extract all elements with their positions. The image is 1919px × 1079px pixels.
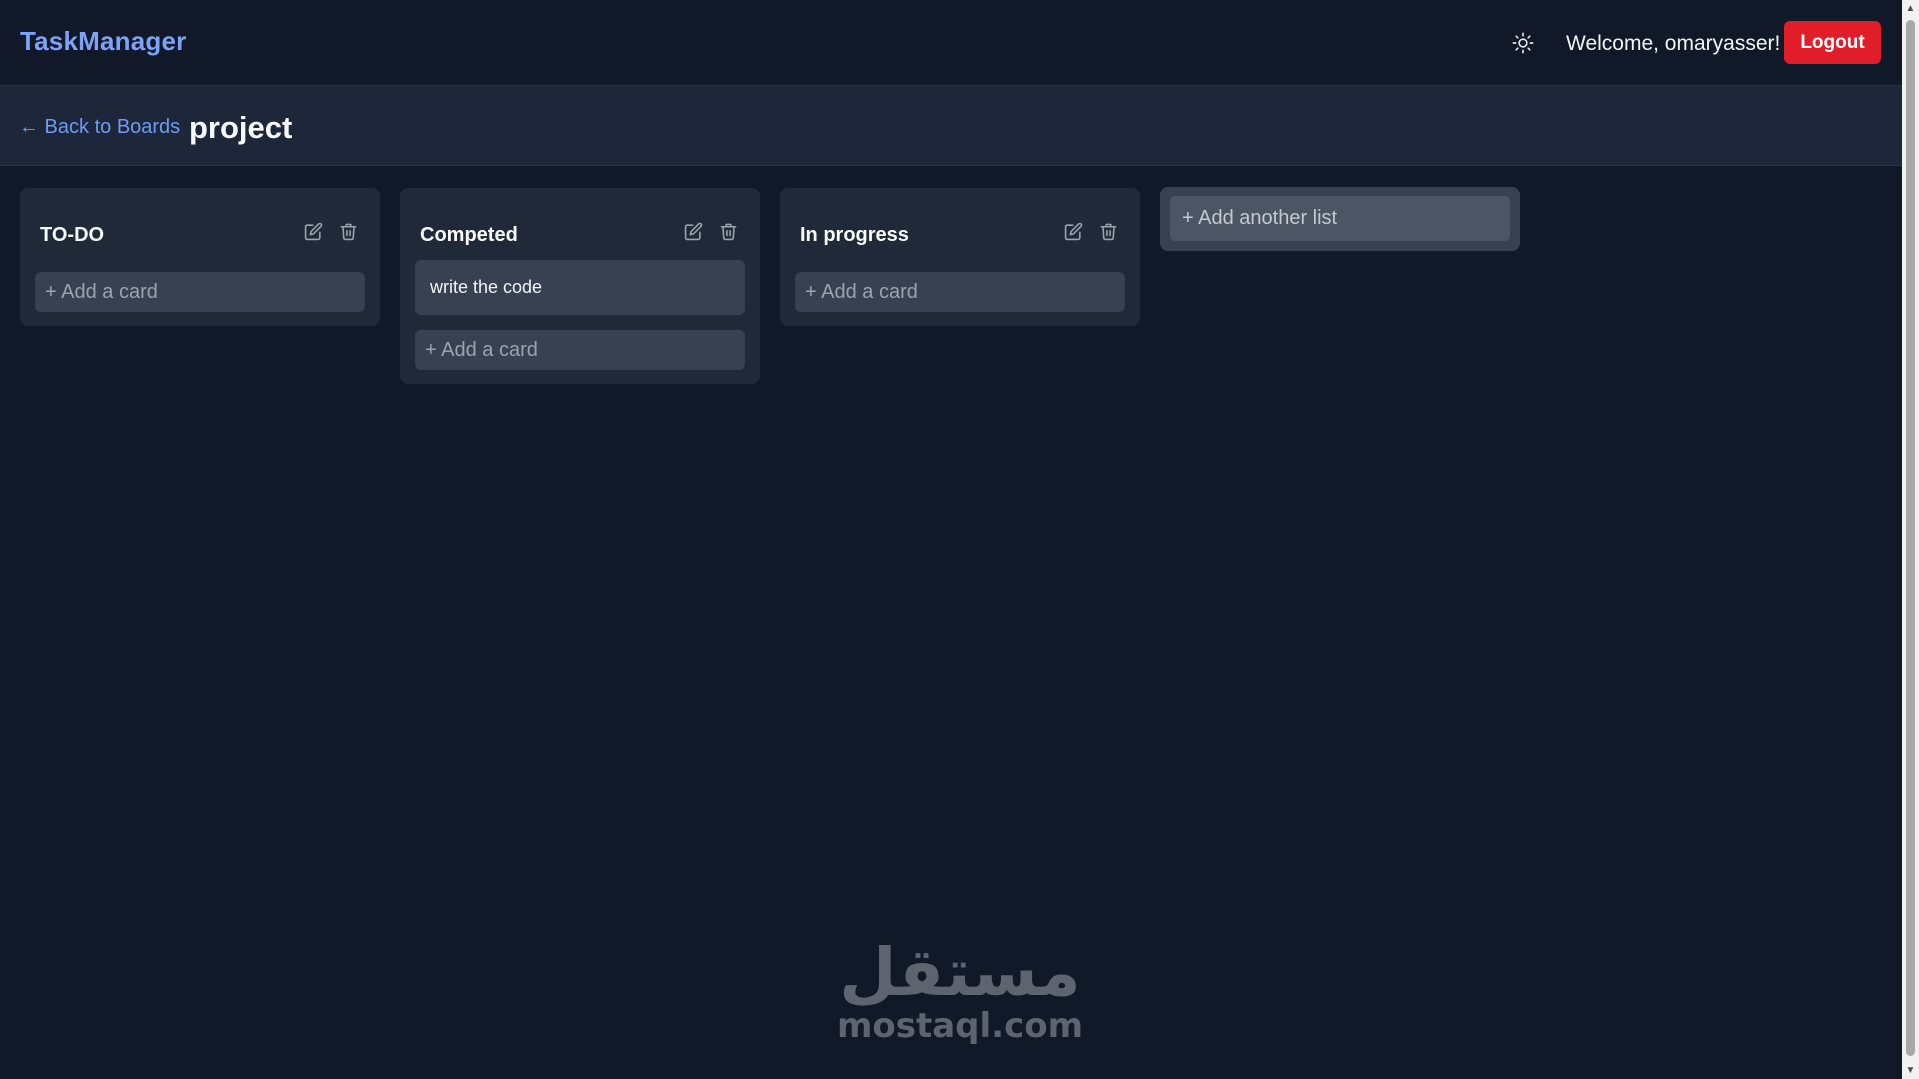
board-title: project	[189, 110, 293, 145]
edit-icon	[304, 222, 323, 241]
list-competed: Competed write the code + Add a card	[400, 188, 760, 384]
list-actions	[683, 221, 739, 242]
board-header: ← Back to Boards project	[0, 86, 1902, 166]
list-actions	[1063, 221, 1119, 242]
trash-icon	[720, 223, 737, 241]
list-header: Competed	[415, 202, 745, 260]
scroll-up-arrow-icon[interactable]: ▲	[1902, 0, 1919, 17]
list-header: In progress	[795, 202, 1125, 260]
list-title: TO-DO	[40, 224, 105, 246]
edit-list-button[interactable]	[1063, 221, 1084, 242]
top-navbar: TaskManager Welcome, omaryasser! Logout	[0, 0, 1902, 86]
edit-icon	[684, 222, 703, 241]
logout-button[interactable]: Logout	[1784, 21, 1881, 64]
app-root: TaskManager Welcome, omaryasser! Logout …	[0, 0, 1902, 1079]
add-list-container	[1160, 187, 1520, 251]
back-to-boards-link[interactable]: ← Back to Boards	[19, 116, 180, 139]
scroll-down-arrow-icon[interactable]: ▼	[1902, 1062, 1919, 1079]
list-title: Competed	[420, 224, 518, 246]
list-actions	[303, 221, 359, 242]
scrollbar-thumb[interactable]	[1906, 20, 1915, 1056]
add-card-button[interactable]: + Add a card	[795, 272, 1125, 312]
list-in-progress: In progress + Add a card	[780, 188, 1140, 326]
delete-list-button[interactable]	[1098, 221, 1119, 242]
list-header: TO-DO	[35, 202, 365, 260]
edit-icon	[1064, 222, 1083, 241]
watermark-logo: مستقل	[839, 934, 1081, 1011]
watermark: مستقل mostaql.com	[820, 934, 1100, 1047]
add-card-button[interactable]: + Add a card	[35, 272, 365, 312]
delete-list-button[interactable]	[338, 221, 359, 242]
brand-logo[interactable]: TaskManager	[20, 26, 186, 57]
welcome-message: Welcome, omaryasser!	[1566, 32, 1781, 55]
watermark-url: mostaql.com	[836, 1006, 1084, 1046]
vertical-scrollbar[interactable]: ▲ ▼	[1902, 0, 1919, 1079]
add-list-input[interactable]	[1170, 196, 1510, 241]
list-todo: TO-DO + Add a card	[20, 188, 380, 326]
edit-list-button[interactable]	[683, 221, 704, 242]
trash-icon	[340, 223, 357, 241]
theme-toggle-button[interactable]	[1508, 28, 1538, 58]
trash-icon	[1100, 223, 1117, 241]
delete-list-button[interactable]	[718, 221, 739, 242]
edit-list-button[interactable]	[303, 221, 324, 242]
sun-icon	[1512, 32, 1534, 54]
list-title: In progress	[800, 224, 909, 246]
add-card-button[interactable]: + Add a card	[415, 330, 745, 370]
task-card[interactable]: write the code	[415, 260, 745, 315]
